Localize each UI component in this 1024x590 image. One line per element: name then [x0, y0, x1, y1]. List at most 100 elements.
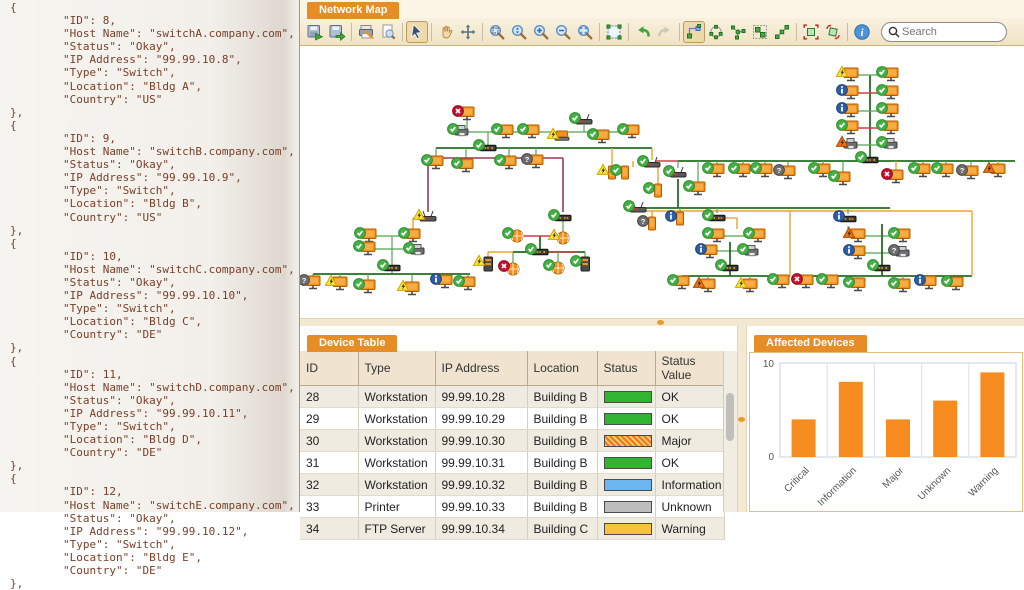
table-row[interactable]: 30 Workstation 99.99.10.30 Building B Major — [300, 429, 725, 452]
device-node-laptop[interactable] — [546, 127, 570, 141]
device-node-phone[interactable]: ? — [637, 215, 656, 231]
device-node-monitor[interactable] — [587, 128, 610, 144]
zoom-out-icon[interactable] — [552, 21, 574, 43]
device-node-monitor[interactable] — [728, 162, 751, 178]
device-node-switch[interactable] — [548, 209, 572, 222]
export-map-icon[interactable] — [326, 21, 348, 43]
column-header[interactable]: Status — [597, 351, 656, 386]
device-node-hub[interactable] — [473, 139, 497, 152]
device-node-monitor[interactable] — [876, 84, 899, 100]
device-node-printer[interactable] — [403, 242, 425, 256]
device-node-server[interactable] — [472, 254, 493, 272]
device-node-monitor[interactable] — [843, 244, 866, 260]
device-node-monitor[interactable] — [702, 227, 725, 243]
layout-hierarchical-icon[interactable] — [683, 20, 705, 43]
save-map-icon[interactable] — [304, 21, 326, 43]
bar-critical[interactable] — [791, 419, 816, 457]
splitter-grip[interactable] — [657, 320, 664, 325]
device-node-monitor[interactable] — [452, 105, 475, 121]
layout-symmetric-icon[interactable] — [727, 21, 749, 43]
device-node-hub[interactable] — [525, 243, 549, 256]
device-node-wifirouter[interactable] — [623, 200, 647, 213]
info-icon[interactable]: i — [851, 21, 873, 43]
device-node-monitor[interactable] — [835, 65, 859, 82]
device-node-monitor[interactable] — [828, 170, 851, 186]
device-node-hub[interactable] — [715, 259, 739, 272]
device-node-globe[interactable] — [502, 227, 524, 243]
device-node-monitor[interactable] — [876, 119, 899, 135]
table-scrollbar[interactable] — [723, 351, 737, 512]
device-node-globe[interactable] — [498, 260, 520, 276]
device-node-monitor[interactable] — [982, 161, 1006, 178]
device-node-phone[interactable] — [665, 210, 684, 226]
device-node-server[interactable] — [570, 255, 590, 272]
zoom-fit-icon[interactable] — [574, 21, 596, 43]
device-node-hub[interactable] — [377, 259, 401, 272]
device-node-printer[interactable] — [876, 136, 898, 150]
device-node-monitor[interactable]: ? — [956, 164, 979, 180]
device-node-monitor[interactable] — [743, 227, 766, 243]
zoom-interactive-icon[interactable] — [508, 21, 530, 43]
device-node-monitor[interactable] — [430, 273, 453, 289]
table-row[interactable]: 34 FTP Server 99.99.10.34 Building C Warning — [300, 517, 725, 540]
device-node-printer[interactable]: ? — [888, 244, 910, 258]
column-header[interactable]: Type — [358, 351, 436, 386]
device-node-printer[interactable] — [447, 123, 469, 137]
zoom-in-icon[interactable] — [530, 21, 552, 43]
fit-selection-icon[interactable] — [800, 21, 822, 43]
tab-device-table[interactable]: Device Table — [307, 334, 398, 352]
device-node-monitor[interactable]: ? — [773, 164, 796, 180]
device-node-wifirouter[interactable] — [412, 208, 437, 222]
column-header[interactable]: IP Address — [435, 351, 528, 386]
device-node-monitor[interactable] — [931, 162, 954, 178]
device-node-monitor[interactable] — [453, 275, 476, 291]
search-box[interactable] — [881, 21, 1007, 42]
table-scrollbar-thumb[interactable] — [726, 393, 734, 441]
device-node-monitor[interactable] — [353, 278, 376, 294]
pointer-icon[interactable] — [406, 20, 428, 43]
print-icon[interactable] — [355, 21, 377, 43]
undo-icon[interactable] — [632, 21, 654, 43]
device-node-monitor[interactable] — [767, 273, 790, 289]
device-node-switch[interactable] — [833, 210, 857, 223]
device-node-monitor[interactable] — [353, 240, 376, 256]
device-node-wifirouter[interactable] — [663, 165, 687, 178]
device-node-monitor[interactable] — [683, 180, 706, 196]
device-node-monitor[interactable] — [494, 154, 517, 170]
move-icon[interactable] — [457, 21, 479, 43]
tab-affected-devices[interactable]: Affected Devices — [754, 334, 867, 352]
layout-incremental-icon[interactable] — [771, 21, 793, 43]
device-node-monitor[interactable] — [888, 277, 911, 293]
search-input[interactable] — [900, 24, 990, 39]
device-node-hub[interactable] — [867, 259, 891, 272]
device-node-printer[interactable] — [737, 243, 759, 257]
table-row[interactable]: 28 Workstation 99.99.10.28 Building B OK — [300, 385, 725, 408]
device-node-monitor[interactable] — [667, 274, 690, 290]
overview-icon[interactable] — [603, 21, 625, 43]
device-node-monitor[interactable] — [914, 274, 937, 290]
network-map-canvas[interactable]: ?????? — [298, 46, 1024, 318]
device-node-monitor[interactable] — [692, 276, 716, 293]
bar-major[interactable] — [886, 419, 910, 457]
device-node-monitor[interactable] — [941, 275, 964, 291]
table-row[interactable]: 29 Workstation 99.99.10.29 Building B OK — [300, 407, 725, 430]
bar-warning[interactable] — [980, 372, 1005, 457]
device-node-monitor[interactable] — [836, 84, 859, 100]
device-node-monitor[interactable] — [843, 276, 866, 292]
layout-circular-icon[interactable] — [705, 21, 727, 43]
device-node-monitor[interactable] — [750, 162, 773, 178]
device-node-monitor[interactable] — [421, 154, 444, 170]
device-node-monitor[interactable] — [491, 123, 514, 139]
device-node-phone[interactable] — [643, 182, 662, 198]
device-node-monitor[interactable] — [398, 227, 421, 243]
column-header[interactable]: Status Value — [655, 351, 725, 386]
device-node-monitor[interactable] — [734, 276, 758, 293]
device-node-monitor[interactable] — [876, 102, 899, 118]
zoom-marquee-icon[interactable] — [486, 21, 508, 43]
device-node-monitor[interactable] — [816, 273, 839, 289]
device-node-monitor[interactable] — [451, 157, 474, 173]
device-node-printer[interactable] — [835, 135, 858, 150]
device-node-monitor[interactable] — [695, 243, 718, 259]
bar-unknown[interactable] — [933, 400, 958, 457]
device-node-globe[interactable] — [547, 228, 570, 245]
